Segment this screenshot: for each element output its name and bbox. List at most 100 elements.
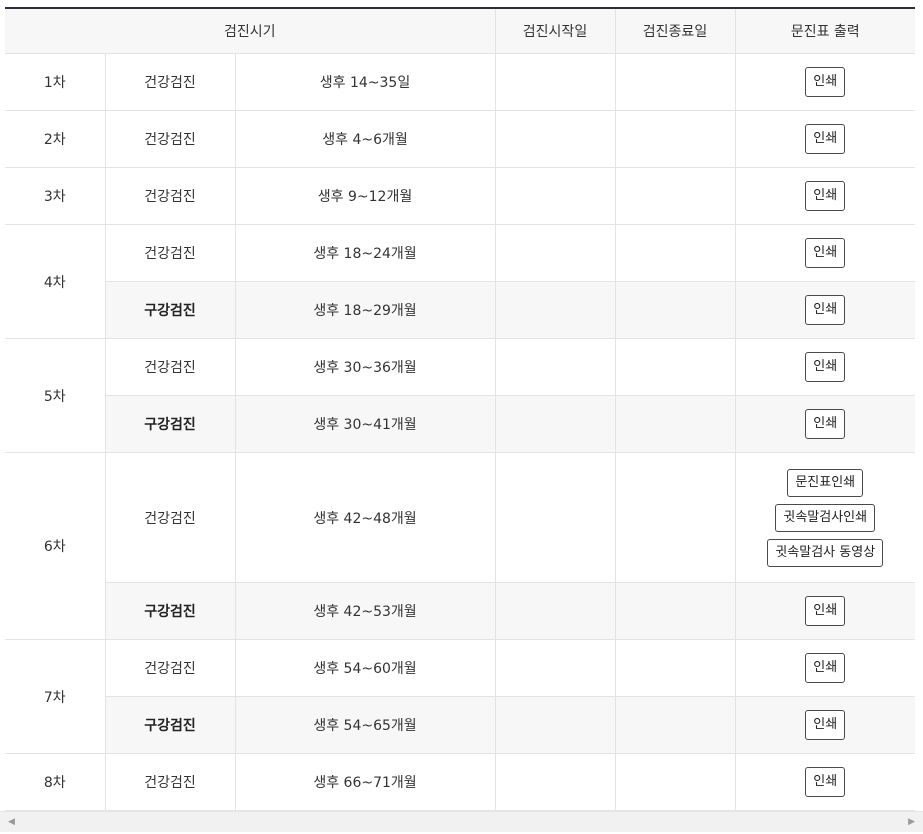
start-date-cell	[494, 696, 616, 754]
scroll-right-arrow-icon[interactable]: ▶	[908, 817, 915, 827]
print-cell: 인쇄	[734, 639, 915, 697]
age-range-cell: 생후 54~60개월	[234, 639, 496, 697]
horizontal-scrollbar[interactable]: ◀ ▶	[0, 811, 923, 832]
round-cell: 3차	[5, 167, 106, 225]
checkup-type-cell: 건강검진	[104, 753, 236, 811]
round-cell: 8차	[5, 753, 106, 811]
print-button[interactable]: 인쇄	[805, 352, 846, 382]
checkup-type-cell: 건강검진	[104, 53, 236, 111]
print-cell: 인쇄	[734, 110, 915, 168]
checkup-type-cell: 구강검진	[104, 395, 236, 453]
checkup-type-cell: 건강검진	[104, 110, 236, 168]
end-date-cell	[614, 639, 736, 697]
round-cell: 6차	[5, 452, 106, 640]
table-header-row: 검진시기 검진시작일 검진종료일 문진표 출력	[5, 7, 915, 54]
age-range-cell: 생후 18~24개월	[234, 224, 496, 282]
print-button[interactable]: 인쇄	[805, 124, 846, 154]
end-date-cell	[614, 281, 736, 339]
print-cell: 인쇄	[734, 338, 915, 396]
age-range-cell: 생후 30~36개월	[234, 338, 496, 396]
end-date-cell	[614, 53, 736, 111]
age-range-cell: 생후 66~71개월	[234, 753, 496, 811]
table-row: 5차 건강검진 생후 30~36개월 인쇄	[5, 338, 915, 453]
round-cell: 2차	[5, 110, 106, 168]
round-cell: 1차	[5, 53, 106, 111]
table-row: 3차 건강검진 생후 9~12개월 인쇄	[5, 167, 915, 225]
checkup-type-cell: 건강검진	[104, 338, 236, 396]
start-date-cell	[494, 281, 616, 339]
table-row: 구강검진 생후 30~41개월 인쇄	[5, 395, 915, 453]
checkup-type-cell: 건강검진	[104, 167, 236, 225]
print-cell: 인쇄	[734, 582, 915, 640]
end-date-cell	[614, 110, 736, 168]
start-date-cell	[494, 224, 616, 282]
age-range-cell: 생후 42~48개월	[234, 452, 496, 583]
age-range-cell: 생후 4~6개월	[234, 110, 496, 168]
end-date-cell	[614, 696, 736, 754]
end-date-cell	[614, 167, 736, 225]
print-cell: 인쇄	[734, 395, 915, 453]
round-cell: 7차	[5, 639, 106, 754]
start-date-cell	[494, 452, 616, 583]
print-button[interactable]: 인쇄	[805, 653, 846, 683]
end-date-cell	[614, 452, 736, 583]
table-row: 4차 건강검진 생후 18~24개월 인쇄	[5, 224, 915, 339]
table-row: 6차 건강검진 생후 42~48개월 문진표인쇄 귓속말검사인쇄 귓속말검사 동…	[5, 452, 915, 640]
header-period: 검진시기	[5, 7, 496, 54]
table-row: 구강검진 생후 54~65개월 인쇄	[5, 696, 915, 754]
questionnaire-print-button[interactable]: 문진표인쇄	[787, 468, 864, 497]
age-range-cell: 생후 42~53개월	[234, 582, 496, 640]
round-cell: 4차	[5, 224, 106, 339]
whisper-test-video-button[interactable]: 귓속말검사 동영상	[767, 538, 884, 567]
table-row: 2차 건강검진 생후 4~6개월 인쇄	[5, 110, 915, 168]
print-cell: 인쇄	[734, 753, 915, 811]
checkup-schedule-table: 검진시기 검진시작일 검진종료일 문진표 출력 1차 건강검진 생후 14~35…	[5, 7, 915, 811]
age-range-cell: 생후 54~65개월	[234, 696, 496, 754]
print-button[interactable]: 인쇄	[805, 181, 846, 211]
print-cell: 인쇄	[734, 224, 915, 282]
end-date-cell	[614, 753, 736, 811]
start-date-cell	[494, 167, 616, 225]
print-cell: 인쇄	[734, 167, 915, 225]
header-print: 문진표 출력	[734, 7, 915, 54]
scroll-left-arrow-icon[interactable]: ◀	[8, 817, 15, 827]
end-date-cell	[614, 395, 736, 453]
round-cell: 5차	[5, 338, 106, 453]
whisper-test-print-button[interactable]: 귓속말검사인쇄	[775, 503, 876, 532]
age-range-cell: 생후 18~29개월	[234, 281, 496, 339]
print-button[interactable]: 인쇄	[805, 295, 846, 325]
age-range-cell: 생후 9~12개월	[234, 167, 496, 225]
print-button[interactable]: 인쇄	[805, 767, 846, 797]
start-date-cell	[494, 110, 616, 168]
table-row: 구강검진 생후 18~29개월 인쇄	[5, 281, 915, 339]
print-button[interactable]: 인쇄	[805, 596, 846, 626]
print-cell: 문진표인쇄 귓속말검사인쇄 귓속말검사 동영상	[734, 452, 915, 583]
age-range-cell: 생후 30~41개월	[234, 395, 496, 453]
start-date-cell	[494, 753, 616, 811]
checkup-type-cell: 건강검진	[104, 639, 236, 697]
table-row: 1차 건강검진 생후 14~35일 인쇄	[5, 53, 915, 111]
table-row: 구강검진 생후 42~53개월 인쇄	[5, 582, 915, 640]
checkup-type-cell: 구강검진	[104, 281, 236, 339]
end-date-cell	[614, 338, 736, 396]
start-date-cell	[494, 639, 616, 697]
checkup-type-cell: 구강검진	[104, 696, 236, 754]
print-button[interactable]: 인쇄	[805, 710, 846, 740]
end-date-cell	[614, 582, 736, 640]
end-date-cell	[614, 224, 736, 282]
start-date-cell	[494, 395, 616, 453]
header-start-date: 검진시작일	[494, 7, 616, 54]
print-cell: 인쇄	[734, 281, 915, 339]
table-row: 8차 건강검진 생후 66~71개월 인쇄	[5, 753, 915, 811]
print-cell: 인쇄	[734, 696, 915, 754]
print-button[interactable]: 인쇄	[805, 238, 846, 268]
checkup-schedule-table-container: 검진시기 검진시작일 검진종료일 문진표 출력 1차 건강검진 생후 14~35…	[5, 7, 915, 811]
print-button[interactable]: 인쇄	[805, 67, 846, 97]
start-date-cell	[494, 53, 616, 111]
header-end-date: 검진종료일	[614, 7, 736, 54]
age-range-cell: 생후 14~35일	[234, 53, 496, 111]
start-date-cell	[494, 338, 616, 396]
print-button[interactable]: 인쇄	[805, 409, 846, 439]
checkup-type-cell: 건강검진	[104, 452, 236, 583]
checkup-type-cell: 구강검진	[104, 582, 236, 640]
